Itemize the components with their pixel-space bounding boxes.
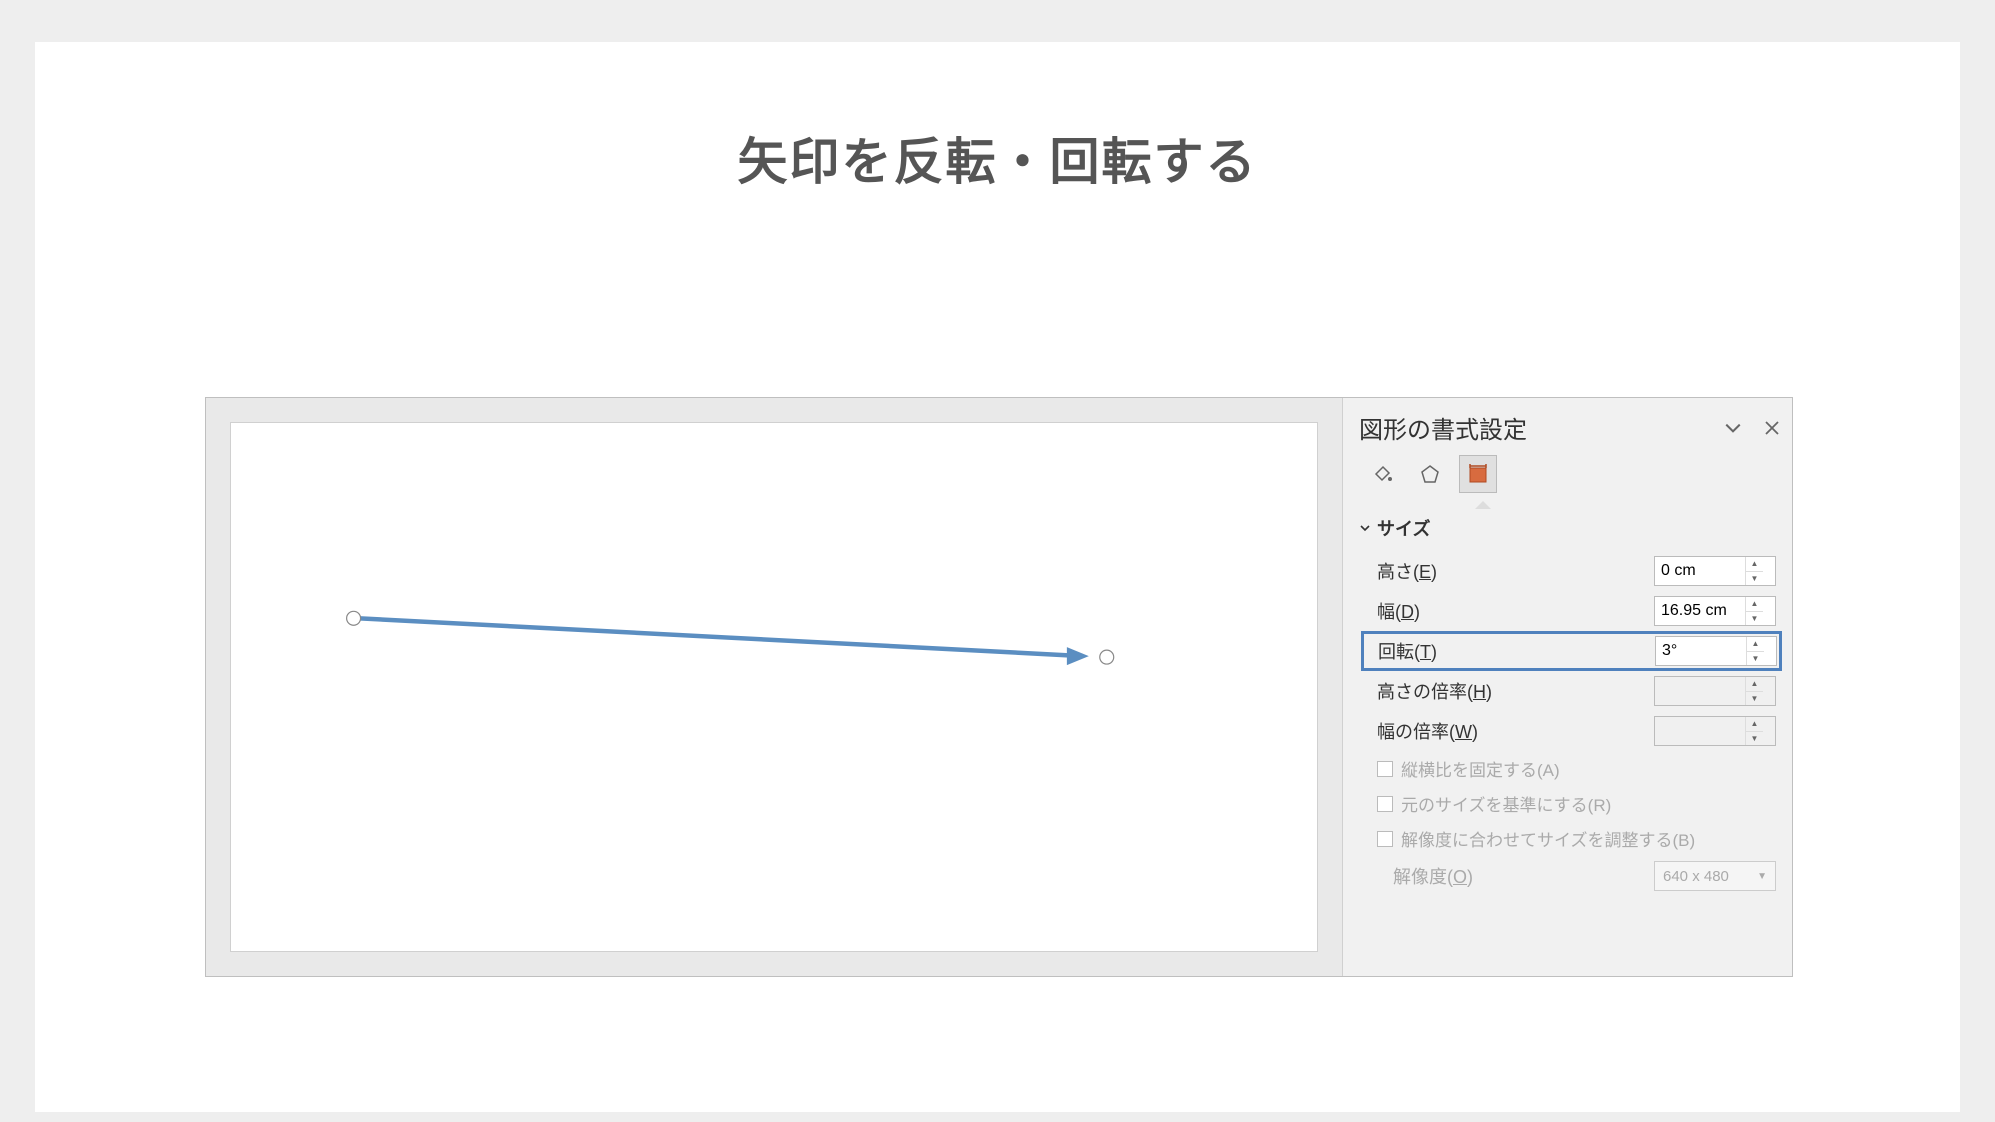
rotation-input[interactable] (1656, 637, 1746, 665)
width-input[interactable] (1655, 597, 1745, 625)
relative-original-checkbox[interactable] (1377, 796, 1393, 812)
size-section-header[interactable]: サイズ (1359, 515, 1780, 541)
start-handle[interactable] (347, 611, 361, 625)
height-spin-up[interactable]: ▲ (1746, 557, 1763, 572)
scale-height-spin-up[interactable]: ▲ (1746, 677, 1763, 692)
rotation-spinner[interactable]: ▲ ▼ (1655, 636, 1777, 666)
relative-original-label: 元のサイズを基準にする(R) (1401, 791, 1611, 816)
scale-width-row: 幅の倍率(W) ▲ ▼ (1359, 711, 1780, 751)
scale-height-spinner[interactable]: ▲ ▼ (1654, 676, 1776, 706)
width-row: 幅(D) ▲ ▼ (1359, 591, 1780, 631)
panel-tab-row (1359, 455, 1780, 493)
scale-height-label: 高さの倍率(H) (1377, 678, 1492, 704)
chevron-down-icon (1359, 522, 1371, 534)
scale-height-spin-down[interactable]: ▼ (1746, 692, 1763, 706)
lock-aspect-row[interactable]: 縦横比を固定する(A) (1359, 751, 1780, 786)
panel-title: 図形の書式設定 (1359, 410, 1527, 445)
scale-width-label: 幅の倍率(W) (1377, 718, 1478, 744)
section-label: サイズ (1377, 515, 1430, 541)
effects-tab[interactable] (1411, 455, 1449, 493)
width-spin-down[interactable]: ▼ (1746, 612, 1763, 626)
width-spin-up[interactable]: ▲ (1746, 597, 1763, 612)
scale-width-spinner[interactable]: ▲ ▼ (1654, 716, 1776, 746)
height-input[interactable] (1655, 557, 1745, 585)
resolution-dropdown[interactable]: 640 x 480 ▼ (1654, 861, 1776, 891)
scale-width-input[interactable] (1655, 717, 1745, 745)
height-label: 高さ(E) (1377, 558, 1437, 584)
resolution-label: 解像度(O) (1393, 863, 1473, 889)
rotation-spin-up[interactable]: ▲ (1747, 637, 1764, 652)
arrow-line[interactable] (358, 618, 1083, 656)
best-scale-checkbox[interactable] (1377, 831, 1393, 847)
resolution-row: 解像度(O) 640 x 480 ▼ (1359, 856, 1780, 896)
size-icon (1466, 462, 1490, 486)
height-row: 高さ(E) ▲ ▼ (1359, 551, 1780, 591)
rotation-spin-down[interactable]: ▼ (1747, 652, 1764, 666)
best-scale-label: 解像度に合わせてサイズを調整する(B) (1401, 826, 1695, 851)
format-shape-panel: 図形の書式設定 (1342, 398, 1792, 976)
size-properties-tab[interactable] (1459, 455, 1497, 493)
rotation-label: 回転(T) (1378, 638, 1437, 664)
rotation-row: 回転(T) ▲ ▼ (1361, 631, 1782, 671)
canvas-region (206, 398, 1342, 976)
lock-aspect-checkbox[interactable] (1377, 761, 1393, 777)
height-spinner[interactable]: ▲ ▼ (1654, 556, 1776, 586)
relative-original-row[interactable]: 元のサイズを基準にする(R) (1359, 786, 1780, 821)
arrow-head-icon (1067, 647, 1089, 665)
close-panel-icon[interactable] (1764, 420, 1780, 436)
arrow-shape[interactable] (231, 423, 1317, 951)
paint-bucket-icon (1370, 462, 1394, 486)
drawing-canvas[interactable] (230, 422, 1318, 952)
tab-indicator (1359, 501, 1780, 511)
width-label: 幅(D) (1377, 598, 1420, 624)
scale-height-row: 高さの倍率(H) ▲ ▼ (1359, 671, 1780, 711)
scale-height-input[interactable] (1655, 677, 1745, 705)
dropdown-caret-icon: ▼ (1757, 871, 1767, 882)
app-window: 図形の書式設定 (205, 397, 1793, 977)
page-title: 矢印を反転・回転する (35, 122, 1960, 194)
pentagon-icon (1418, 462, 1442, 486)
height-spin-down[interactable]: ▼ (1746, 572, 1763, 586)
scale-width-spin-down[interactable]: ▼ (1746, 732, 1763, 746)
scale-width-spin-up[interactable]: ▲ (1746, 717, 1763, 732)
width-spinner[interactable]: ▲ ▼ (1654, 596, 1776, 626)
fill-line-tab[interactable] (1363, 455, 1401, 493)
best-scale-row[interactable]: 解像度に合わせてサイズを調整する(B) (1359, 821, 1780, 856)
lock-aspect-label: 縦横比を固定する(A) (1401, 756, 1560, 781)
end-handle[interactable] (1100, 650, 1114, 664)
collapse-panel-icon[interactable] (1724, 419, 1742, 437)
resolution-value: 640 x 480 (1663, 868, 1729, 885)
